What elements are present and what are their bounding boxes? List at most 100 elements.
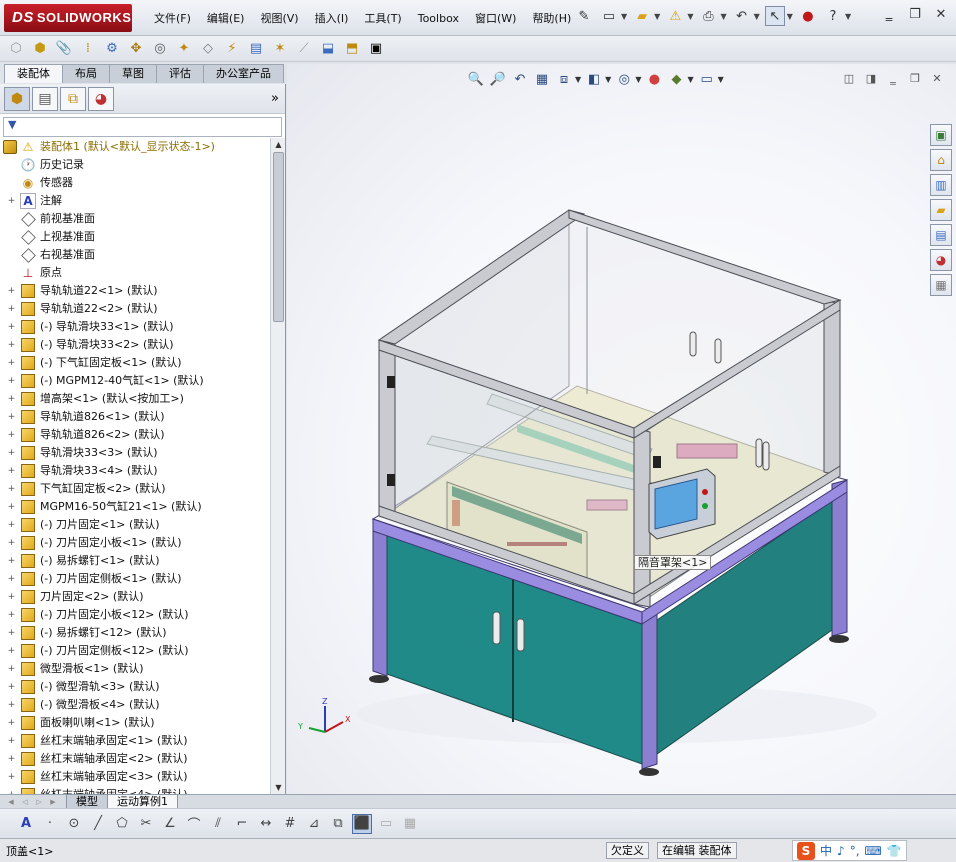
tree-item[interactable]: ◉ 传感器 (0, 174, 270, 192)
expand-toggle-icon[interactable]: + (6, 408, 17, 426)
angle-icon[interactable]: ∠ (160, 814, 180, 834)
print-icon[interactable]: ⎙ (698, 6, 718, 26)
tree-item[interactable]: + (-) 微型滑板<4> (默认) (0, 696, 270, 714)
annotation-icon[interactable]: A (16, 814, 36, 834)
new-document-icon[interactable]: ▭ (599, 6, 619, 26)
expand-toggle-icon[interactable]: + (6, 660, 17, 678)
display-manager-tab-icon[interactable]: ◕ (88, 86, 114, 111)
close-icon[interactable]: ✕ (932, 6, 950, 24)
menu-insert[interactable]: 插入(I) (307, 10, 357, 26)
tree-scrollbar[interactable]: ▲ ▼ (270, 138, 285, 794)
tree-item[interactable]: + (-) 微型滑轨<3> (默认) (0, 678, 270, 696)
menu-edit[interactable]: 编辑(E) (199, 10, 253, 26)
chevron-down-icon[interactable]: ▼ (621, 12, 627, 21)
tab-sketch[interactable]: 草图 (109, 64, 157, 83)
tree-item[interactable]: + (-) 易拆螺钉<1> (默认) (0, 552, 270, 570)
glass-door-handle-1[interactable] (755, 438, 763, 468)
tree-item[interactable]: + (-) 导轨滑块33<1> (默认) (0, 318, 270, 336)
ime-punctuation[interactable]: °, (850, 844, 860, 858)
home-icon[interactable]: ⌂ (930, 149, 952, 171)
door-handle-right[interactable] (516, 618, 525, 652)
grid-icon[interactable]: # (280, 814, 300, 834)
hidden-lines-icon[interactable]: ▭ (376, 814, 396, 834)
tree-item[interactable]: ⊥ 原点 (0, 264, 270, 282)
expand-toggle-icon[interactable]: + (6, 282, 17, 300)
expand-toggle-icon[interactable]: + (6, 426, 17, 444)
expand-toggle-icon[interactable]: + (6, 750, 17, 768)
bill-of-materials-icon[interactable]: ▤ (246, 39, 266, 59)
expand-toggle-icon[interactable]: + (6, 318, 17, 336)
view-palette-icon[interactable]: ▤ (930, 224, 952, 246)
expand-toggle-icon[interactable]: + (6, 336, 17, 354)
design-library-icon[interactable]: ▥ (930, 174, 952, 196)
insert-component-icon[interactable]: ⬡ (6, 39, 26, 59)
expand-toggle-icon[interactable]: + (6, 678, 17, 696)
linear-pattern-icon[interactable]: ⁞ (78, 39, 98, 59)
chevron-down-icon[interactable]: ▼ (654, 12, 660, 21)
tree-item[interactable]: + 丝杠末端轴承固定<2> (默认) (0, 750, 270, 768)
dimension-icon[interactable]: ↔ (256, 814, 276, 834)
configuration-manager-tab-icon[interactable]: ⧉ (60, 86, 86, 111)
tree-item[interactable]: + (-) 刀片固定<1> (默认) (0, 516, 270, 534)
tree-item[interactable]: + 导轨轨道22<1> (默认) (0, 282, 270, 300)
tree-item[interactable]: + A 注解 (0, 192, 270, 210)
expand-toggle-icon[interactable]: + (6, 372, 17, 390)
pin-icon[interactable]: ✎ (574, 6, 594, 26)
expand-toggle-icon[interactable]: + (6, 606, 17, 624)
solidworks-logo[interactable]: DS SOLIDWORKS (4, 4, 132, 32)
tree-item[interactable]: + 导轨轨道826<2> (默认) (0, 426, 270, 444)
file-explorer-icon[interactable]: ▰ (930, 199, 952, 221)
smart-fasteners-icon[interactable]: ⚙ (102, 39, 122, 59)
skin-icon[interactable]: 👕 (887, 844, 902, 858)
appearances-icon[interactable]: ◕ (930, 249, 952, 271)
tree-root[interactable]: ⚠ 装配体1 (默认<默认_显示状态-1>) (0, 138, 270, 156)
tree-item[interactable]: 上视基准面 (0, 228, 270, 246)
tree-item[interactable]: + 丝杠末端轴承固定<4> (默认) (0, 786, 270, 794)
expand-toggle-icon[interactable]: + (6, 354, 17, 372)
expand-toggle-icon[interactable]: + (6, 624, 17, 642)
tree-item[interactable]: + 微型滑板<1> (默认) (0, 660, 270, 678)
menu-toolbox[interactable]: Toolbox (410, 12, 467, 25)
tab-evaluate[interactable]: 评估 (156, 64, 204, 83)
tab-motion-study[interactable]: 运动算例1 (107, 794, 178, 808)
tree-item[interactable]: + 增高架<1> (默认<按加工>) (0, 390, 270, 408)
reference-geometry-icon[interactable]: ◇ (198, 39, 218, 59)
ime-moon-icon[interactable]: ♪ (837, 844, 845, 858)
glass-door-handle-3[interactable] (689, 331, 697, 357)
offset-icon[interactable]: ⫽ (208, 814, 228, 834)
tree-item[interactable]: + 下气缸固定板<2> (默认) (0, 480, 270, 498)
menu-view[interactable]: 视图(V) (252, 10, 306, 26)
ime-chinese-mode[interactable]: 中 (820, 842, 832, 859)
expand-toggle-icon[interactable]: + (6, 300, 17, 318)
expand-toggle-icon[interactable]: + (6, 498, 17, 516)
mate-icon[interactable]: 📎 (54, 39, 74, 59)
traffic-light-icon[interactable]: ● (798, 6, 818, 26)
custom-properties-icon[interactable]: ▦ (930, 274, 952, 296)
tree-item[interactable]: + (-) 刀片固定侧板<1> (默认) (0, 570, 270, 588)
trim-icon[interactable]: ✂ (136, 814, 156, 834)
exploded-view-icon[interactable]: ✶ (270, 39, 290, 59)
tree-item[interactable]: + 面板喇叭喇<1> (默认) (0, 714, 270, 732)
tree-item[interactable]: + (-) 刀片固定侧板<12> (默认) (0, 642, 270, 660)
assembly-model[interactable] (287, 64, 956, 794)
point-icon[interactable]: · (40, 814, 60, 834)
prev-tab-icon[interactable]: ◁ (18, 796, 32, 808)
polygon-icon[interactable]: ⬠ (112, 814, 132, 834)
expand-toggle-icon[interactable]: + (6, 390, 17, 408)
tree-filter[interactable]: ▼ (3, 117, 282, 137)
expand-toggle-icon[interactable]: + (6, 534, 17, 552)
chevron-down-icon[interactable]: ▼ (845, 12, 851, 21)
tree-item[interactable]: + (-) MGPM12-40气缸<1> (默认) (0, 372, 270, 390)
tab-model[interactable]: 模型 (66, 794, 108, 808)
expand-toggle-icon[interactable]: + (6, 552, 17, 570)
glass-door-handle-2[interactable] (762, 441, 770, 471)
tree-item[interactable]: + (-) 易拆螺钉<12> (默认) (0, 624, 270, 642)
expand-toggle-icon[interactable]: + (6, 768, 17, 786)
tree-item[interactable]: + 丝杠末端轴承固定<1> (默认) (0, 732, 270, 750)
expand-toggle-icon[interactable]: + (6, 192, 17, 210)
scroll-down-icon[interactable]: ▼ (271, 781, 286, 794)
menu-help[interactable]: 帮助(H) (524, 10, 579, 26)
menu-window[interactable]: 窗口(W) (467, 10, 524, 26)
expand-toggle-icon[interactable]: + (6, 444, 17, 462)
box-icon[interactable]: ⧉ (328, 814, 348, 834)
